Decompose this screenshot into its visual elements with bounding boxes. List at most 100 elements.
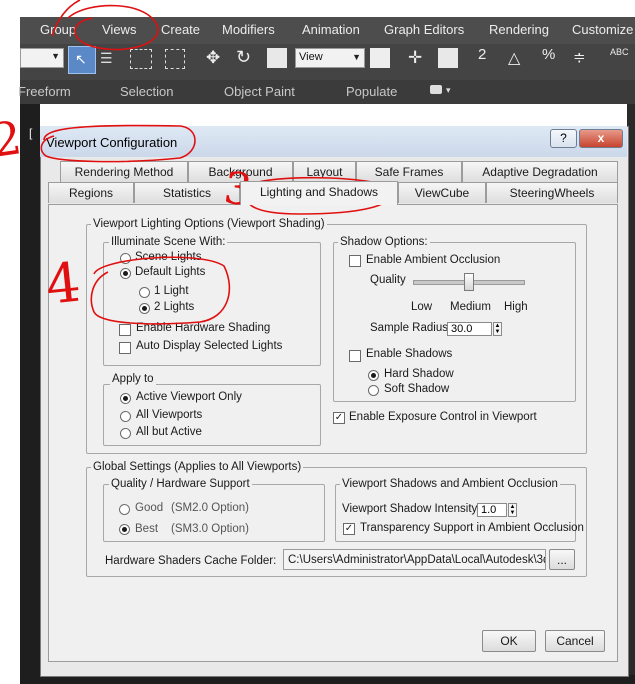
select-object-icon[interactable]: ↖ bbox=[68, 46, 96, 74]
cancel-button[interactable]: Cancel bbox=[545, 630, 605, 652]
angle-snap-icon[interactable]: △ bbox=[508, 48, 520, 68]
rotate-icon[interactable]: ↻ bbox=[236, 47, 251, 68]
default-lights-label: Default Lights bbox=[135, 266, 206, 278]
best-quality-label: Best bbox=[135, 523, 159, 535]
shadow-intensity-spinner-icon[interactable]: ▲ ▼ bbox=[508, 503, 517, 517]
snaps-toggle-icon[interactable]: 2 bbox=[478, 46, 486, 63]
enable-hardware-shading-checkbox[interactable] bbox=[119, 324, 131, 336]
all-viewports-label: All Viewports bbox=[136, 409, 203, 421]
soft-shadow-label: Soft Shadow bbox=[384, 383, 450, 395]
active-viewport-only-radio[interactable] bbox=[120, 393, 131, 404]
tab-viewcube[interactable]: ViewCube bbox=[398, 182, 486, 203]
chevron-down-icon[interactable]: ▾ bbox=[446, 85, 451, 96]
quality-hardware-title: Quality / Hardware Support bbox=[109, 478, 252, 490]
tab-steeringwheels[interactable]: SteeringWheels bbox=[486, 182, 618, 203]
all-but-active-label: All but Active bbox=[136, 426, 202, 438]
menu-modifiers[interactable]: Modifiers bbox=[222, 22, 275, 37]
scale-icon[interactable] bbox=[267, 48, 287, 68]
close-button[interactable]: x bbox=[579, 129, 623, 148]
move-icon[interactable]: ✥ bbox=[206, 48, 220, 68]
annotation-step-4: 4 bbox=[42, 250, 84, 317]
one-light-label: 1 Light bbox=[154, 285, 189, 297]
one-light-radio[interactable] bbox=[139, 287, 150, 298]
tab-regions[interactable]: Regions bbox=[48, 182, 134, 203]
spinner-snap-icon[interactable]: ≑ bbox=[573, 48, 586, 66]
enable-ambient-occlusion-label: Enable Ambient Occlusion bbox=[366, 254, 501, 266]
ribbon-tab-populate[interactable]: Populate bbox=[346, 84, 397, 99]
good-quality-label: Good bbox=[135, 502, 164, 514]
help-button[interactable]: ? bbox=[550, 129, 577, 148]
shadow-options-title: Shadow Options: bbox=[338, 236, 430, 248]
transparency-support-checkbox[interactable]: ✓ bbox=[343, 523, 355, 535]
region-select-icon[interactable] bbox=[130, 49, 152, 69]
ok-button[interactable]: OK bbox=[482, 630, 536, 652]
cache-folder-label: Hardware Shaders Cache Folder: bbox=[105, 555, 277, 567]
menu-create[interactable]: Create bbox=[161, 22, 200, 37]
main-toolbar: ▼ ↖ ☰ ✥ ↻ View ▼ ✛ 2 △ % ≑ ABC bbox=[20, 44, 635, 80]
select-by-name-icon[interactable]: ☰ bbox=[100, 50, 113, 67]
menu-views[interactable]: Views bbox=[102, 22, 136, 37]
transparency-support-label: Transparency Support in Ambient Occlusio… bbox=[360, 522, 584, 534]
menu-bar: Group Views Create Modifiers Animation G… bbox=[20, 17, 635, 44]
browse-folder-button[interactable]: ... bbox=[549, 549, 575, 570]
pivot-icon[interactable] bbox=[370, 48, 390, 68]
hard-shadow-label: Hard Shadow bbox=[384, 368, 454, 380]
enable-ambient-occlusion-checkbox[interactable] bbox=[349, 255, 361, 267]
reference-coordinate-value: View bbox=[299, 51, 323, 63]
window-crossing-icon[interactable] bbox=[165, 49, 185, 69]
menu-graph-editors[interactable]: Graph Editors bbox=[384, 22, 464, 37]
menu-rendering[interactable]: Rendering bbox=[489, 22, 549, 37]
good-quality-radio[interactable] bbox=[119, 504, 130, 515]
quality-medium-label: Medium bbox=[450, 301, 491, 313]
quality-label: Quality bbox=[370, 274, 406, 286]
all-viewports-radio[interactable] bbox=[120, 411, 131, 422]
best-quality-option: (SM3.0 Option) bbox=[171, 523, 249, 535]
quality-high-label: High bbox=[504, 301, 528, 313]
soft-shadow-radio[interactable] bbox=[368, 385, 379, 396]
menu-group[interactable]: Group bbox=[40, 22, 76, 37]
menu-customize[interactable]: Customize bbox=[572, 22, 633, 37]
all-but-active-radio[interactable] bbox=[120, 428, 131, 439]
viewport-label-bracket: [ bbox=[29, 126, 33, 140]
select-manipulate-icon[interactable]: ✛ bbox=[408, 48, 422, 68]
sample-radius-spinner-icon[interactable]: ▲ ▼ bbox=[493, 322, 502, 336]
active-viewport-only-label: Active Viewport Only bbox=[136, 391, 242, 403]
dialog-titlebar[interactable]: Viewport Configuration ? x bbox=[40, 126, 627, 157]
quality-slider-thumb[interactable] bbox=[464, 273, 474, 291]
enable-exposure-checkbox[interactable]: ✓ bbox=[333, 412, 345, 424]
tab-rendering-method[interactable]: Rendering Method bbox=[60, 161, 188, 182]
tab-safe-frames[interactable]: Safe Frames bbox=[356, 161, 462, 182]
ribbon-tab-object-paint[interactable]: Object Paint bbox=[224, 84, 295, 99]
global-settings-title: Global Settings (Applies to All Viewport… bbox=[91, 461, 304, 473]
enable-shadows-label: Enable Shadows bbox=[366, 348, 453, 360]
sample-radius-label: Sample Radius bbox=[370, 322, 448, 334]
enable-shadows-checkbox[interactable] bbox=[349, 350, 361, 362]
keyboard-shortcut-icon[interactable] bbox=[438, 48, 458, 68]
cache-folder-path[interactable]: C:\Users\Administrator\AppData\Local\Aut… bbox=[283, 549, 546, 570]
default-lights-radio[interactable] bbox=[120, 268, 131, 279]
percent-snap-icon[interactable]: % bbox=[542, 46, 555, 63]
ribbon-tab-freeform[interactable]: Freeform bbox=[18, 84, 71, 99]
auto-display-selected-label: Auto Display Selected Lights bbox=[136, 340, 283, 352]
tab-lighting-and-shadows[interactable]: Lighting and Shadows bbox=[240, 181, 398, 205]
shadow-intensity-input[interactable]: 1.0 bbox=[477, 503, 507, 517]
ribbon-options-icon[interactable] bbox=[430, 85, 442, 94]
quality-slider-track[interactable] bbox=[413, 273, 525, 291]
ribbon-tab-selection[interactable]: Selection bbox=[120, 84, 173, 99]
tab-adaptive-degradation[interactable]: Adaptive Degradation bbox=[462, 161, 618, 182]
auto-display-selected-checkbox[interactable] bbox=[119, 342, 131, 354]
reference-coordinate-dropdown[interactable]: View ▼ bbox=[295, 48, 365, 68]
spell-check-icon[interactable]: ABC bbox=[610, 47, 630, 71]
hard-shadow-radio[interactable] bbox=[368, 370, 379, 381]
scene-lights-radio[interactable] bbox=[120, 253, 131, 264]
selection-filter-dropdown[interactable]: ▼ bbox=[20, 48, 64, 68]
sample-radius-input[interactable]: 30.0 bbox=[447, 322, 492, 336]
tab-layout[interactable]: Layout bbox=[293, 161, 356, 182]
viewport-shadows-ao-title: Viewport Shadows and Ambient Occlusion bbox=[340, 478, 560, 490]
enable-hardware-shading-label: Enable Hardware Shading bbox=[136, 322, 271, 334]
best-quality-radio[interactable] bbox=[119, 524, 130, 535]
two-lights-radio[interactable] bbox=[139, 303, 150, 314]
dialog-title: Viewport Configuration bbox=[46, 135, 178, 150]
ribbon-tabs: Freeform Selection Object Paint Populate… bbox=[18, 80, 635, 104]
menu-animation[interactable]: Animation bbox=[302, 22, 360, 37]
